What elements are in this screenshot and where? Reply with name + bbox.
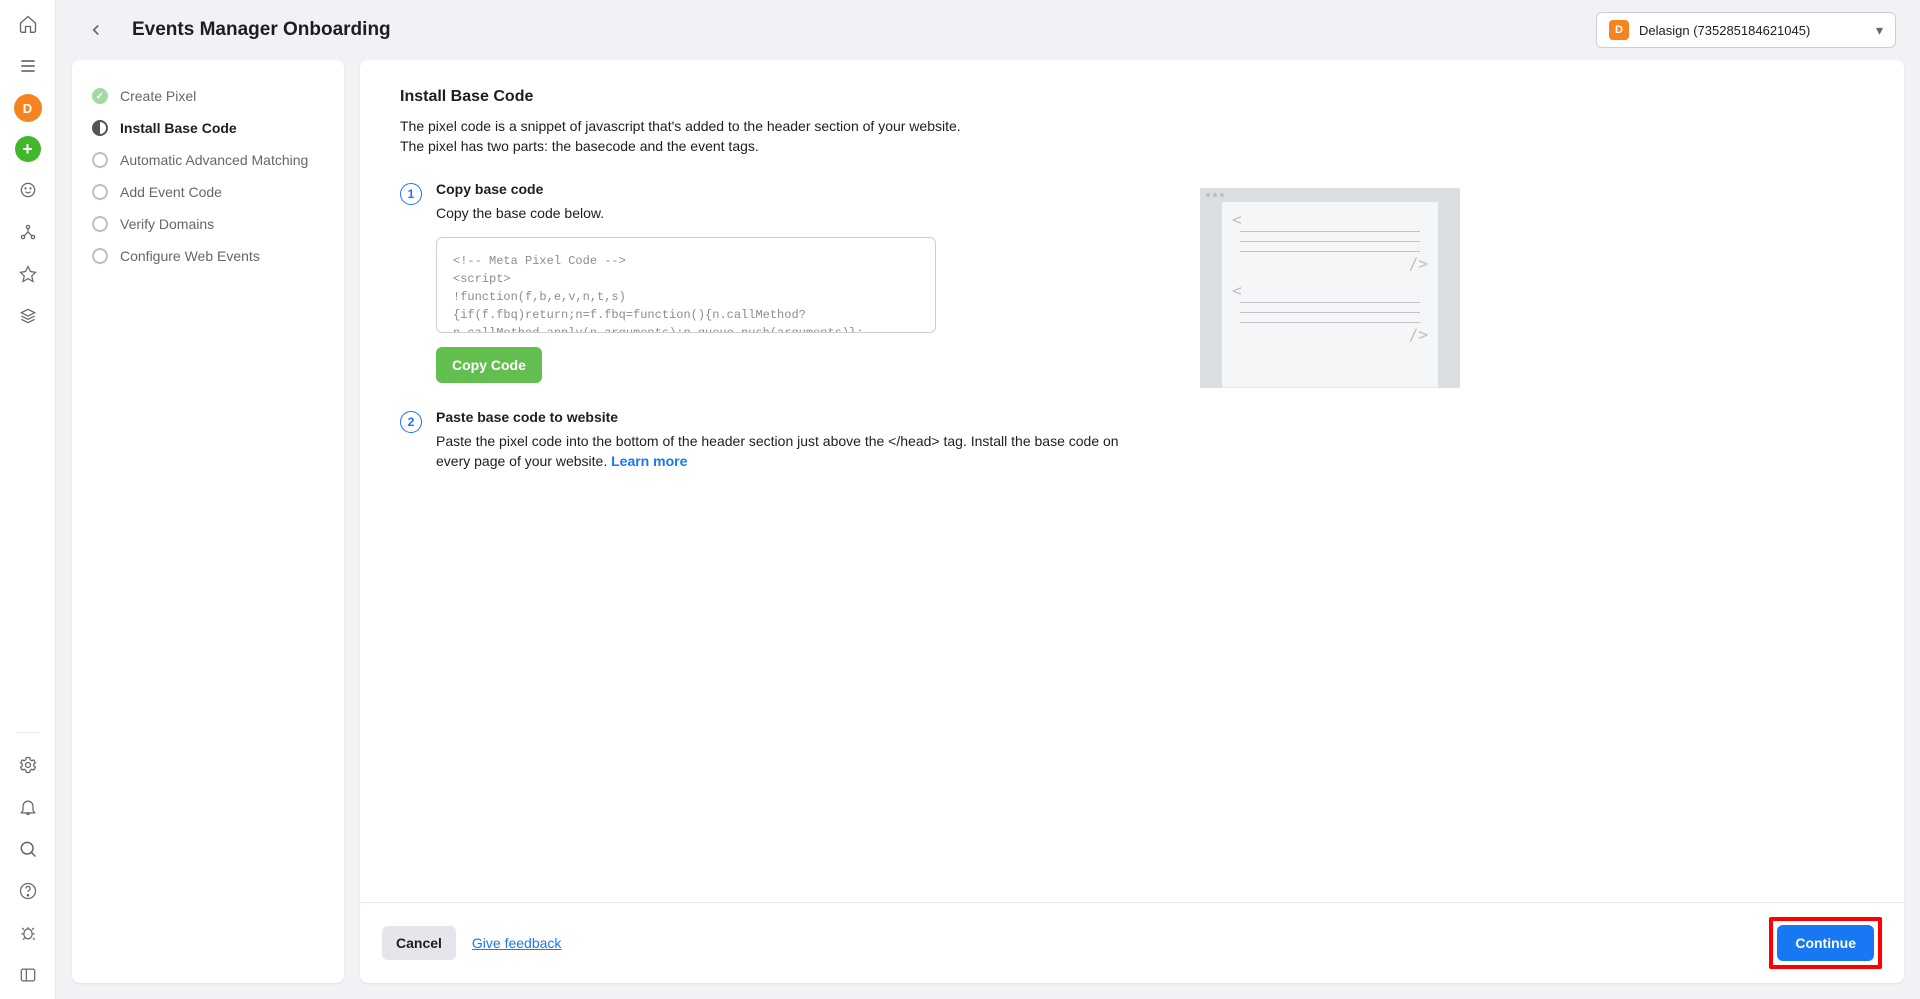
partner-integrations-icon[interactable] [10,302,46,330]
account-avatar[interactable]: D [14,94,42,122]
step-text: Copy the base code below. [436,203,1140,223]
left-nav-rail: D + [0,0,56,999]
circle-icon [92,184,108,200]
circle-icon [92,248,108,264]
step-label: Automatic Advanced Matching [120,152,308,168]
cancel-button[interactable]: Cancel [382,926,456,960]
step-create-pixel[interactable]: Create Pixel [92,80,324,112]
step-label: Verify Domains [120,216,214,232]
copy-code-button[interactable]: Copy Code [436,347,542,383]
step-label: Install Base Code [120,120,237,136]
overview-icon[interactable] [10,176,46,204]
chevron-down-icon: ▾ [1876,22,1883,39]
circle-icon [92,216,108,232]
content-footer: Cancel Give feedback Continue [360,902,1904,983]
home-icon[interactable] [10,10,46,38]
learn-more-link[interactable]: Learn more [611,453,687,469]
step-text: Paste the pixel code into the bottom of … [436,431,1140,472]
give-feedback-link[interactable]: Give feedback [472,935,562,951]
steps-sidebar: Create Pixel Install Base Code Automatic… [72,60,344,983]
help-icon[interactable] [10,877,46,905]
back-button[interactable] [80,14,112,46]
section-description: The pixel code is a snippet of javascrip… [400,116,1140,157]
instruction-step-1: 1 Copy base code Copy the base code belo… [400,181,1140,383]
circle-icon [92,152,108,168]
code-placement-illustration: < /> < /> [1200,188,1460,388]
header: Events Manager Onboarding D Delasign (73… [56,0,1920,60]
code-snippet[interactable]: <!-- Meta Pixel Code --> <script> !funct… [436,237,936,333]
step-label: Add Event Code [120,184,222,200]
account-selector[interactable]: D Delasign (735285184621045) ▾ [1596,12,1896,48]
data-sources-icon[interactable] [10,218,46,246]
account-name: Delasign (735285184621045) [1639,23,1866,38]
continue-highlight-box: Continue [1769,917,1882,969]
step-label: Configure Web Events [120,248,260,264]
menu-icon[interactable] [10,52,46,80]
check-icon [92,88,108,104]
section-title: Install Base Code [400,88,1140,106]
step-verify-domains[interactable]: Verify Domains [92,208,324,240]
step-configure-web-events[interactable]: Configure Web Events [92,240,324,272]
account-badge: D [1609,20,1629,40]
bug-icon[interactable] [10,919,46,947]
step-label: Create Pixel [120,88,196,104]
page-title: Events Manager Onboarding [132,19,391,41]
collapse-icon[interactable] [10,961,46,989]
create-icon[interactable]: + [15,136,41,162]
step-heading: Copy base code [436,181,1140,197]
step-number-badge: 2 [400,411,422,433]
step-add-event-code[interactable]: Add Event Code [92,176,324,208]
custom-conversions-icon[interactable] [10,260,46,288]
search-icon[interactable] [10,835,46,863]
step-install-base-code[interactable]: Install Base Code [92,112,324,144]
step-heading: Paste base code to website [436,409,1140,425]
notifications-icon[interactable] [10,793,46,821]
settings-icon[interactable] [10,751,46,779]
step-advanced-matching[interactable]: Automatic Advanced Matching [92,144,324,176]
content-panel: Install Base Code The pixel code is a sn… [360,60,1904,983]
progress-icon [92,120,108,136]
step-number-badge: 1 [400,183,422,205]
instruction-step-2: 2 Paste base code to website Paste the p… [400,409,1140,472]
continue-button[interactable]: Continue [1777,925,1874,961]
